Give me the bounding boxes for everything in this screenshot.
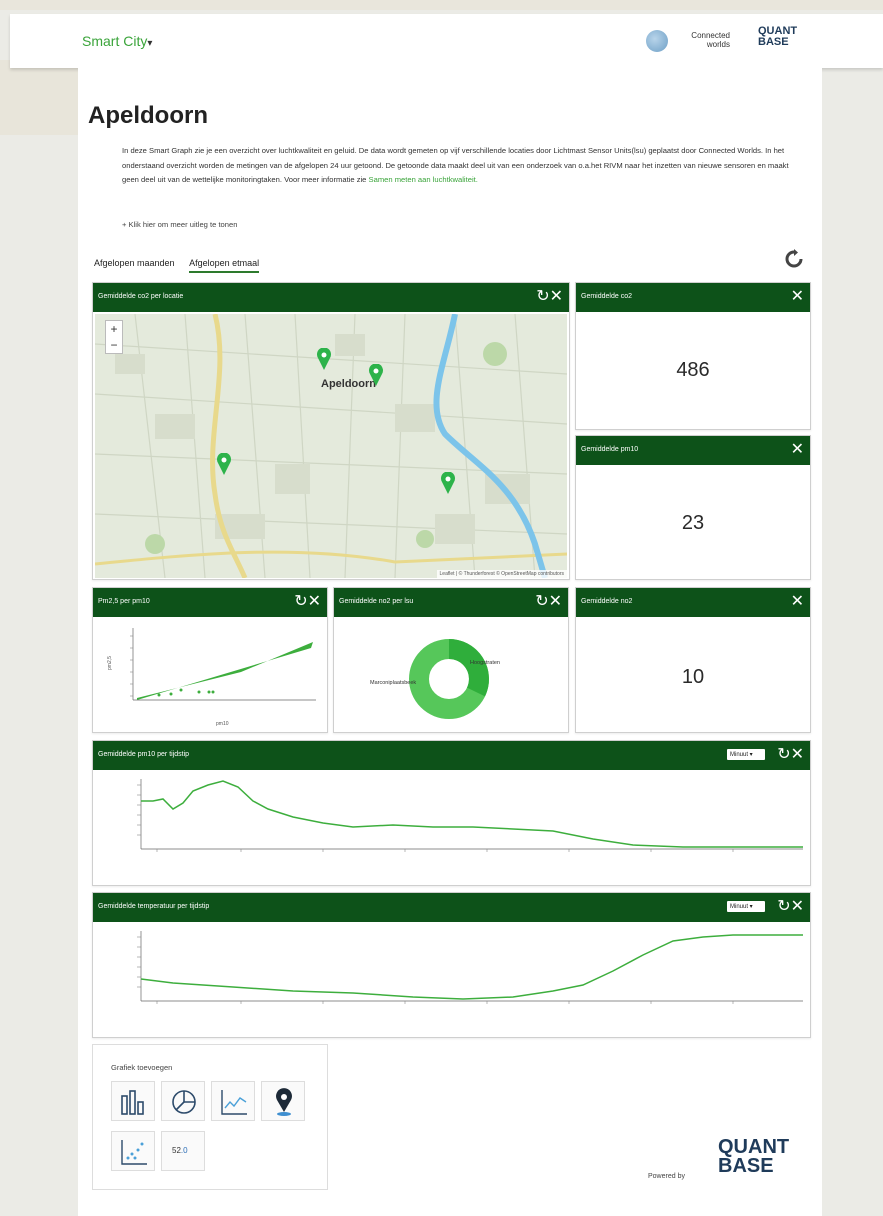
brand-dropdown[interactable]: Smart City▾ — [82, 33, 152, 49]
temperature-line-chart — [137, 931, 803, 1004]
widget-header: Gemiddelde pm10 ✕ — [576, 436, 810, 465]
quantbase-footer-logo: QUANT BASE — [718, 1137, 798, 1198]
page-title: Apeldoorn — [88, 102, 208, 129]
close-icon[interactable]: ✕ — [791, 442, 804, 458]
scatter-widget: Pm2,5 per pm10 ↻✕ pm2,5 pm10 — [92, 587, 328, 733]
intro-link[interactable]: Samen meten aan luchtkwaliteit. — [369, 175, 478, 184]
logo-text-line2: BASE — [758, 36, 789, 48]
pm10-widget: Gemiddelde pm10 ✕ 23 — [575, 435, 811, 580]
widget-actions[interactable]: ↻✕ — [777, 747, 804, 763]
tab-past-months[interactable]: Afgelopen maanden — [94, 258, 175, 271]
pie-chart-icon — [172, 1090, 196, 1114]
pm10-time-widget: Gemiddelde pm10 per tijdstip Minuut ▾ ↻✕ — [92, 740, 811, 886]
widget-header: Gemiddelde no2 per lsu ↻✕ — [334, 588, 568, 617]
add-scatter-chart-button[interactable] — [111, 1131, 155, 1171]
period-tabs: Afgelopen maanden Afgelopen etmaal — [94, 258, 271, 273]
add-map-button[interactable] — [261, 1081, 305, 1121]
pm10-value: 23 — [681, 512, 705, 534]
add-pie-chart-button[interactable] — [161, 1081, 205, 1121]
connected-worlds-logo: Connected worlds — [646, 28, 732, 52]
temperature-time-widget: Gemiddelde temperatuur per tijdstip Minu… — [92, 892, 811, 1038]
close-icon[interactable]: ✕ — [791, 289, 804, 305]
co2-value: 486 — [676, 359, 710, 381]
map-marker-icon[interactable] — [216, 453, 232, 475]
tab-past-day[interactable]: Afgelopen etmaal — [189, 258, 260, 273]
logo-text-line1: Connected — [691, 31, 730, 40]
add-bar-chart-button[interactable] — [111, 1081, 155, 1121]
co2-map-widget: Gemiddelde co2 per locatie ↻✕ + − Apeldo… — [92, 282, 570, 580]
zoom-control: + − — [105, 320, 123, 354]
x-axis-label: pm10 — [216, 721, 229, 727]
interval-select[interactable]: Minuut ▾ — [727, 901, 765, 912]
scatter-chart-icon — [121, 1140, 147, 1165]
widget-header: Gemiddelde no2 ✕ — [576, 588, 810, 617]
quantbase-logo: QUANT BASE — [758, 26, 798, 58]
donut-label-left: Marconiplaatsbeek — [370, 680, 417, 686]
close-icon[interactable]: ✕ — [791, 594, 804, 610]
donut-label-right: Hoogstraten — [470, 660, 500, 666]
map-pin-icon — [276, 1088, 292, 1116]
scatter-plot: pm2,5 pm10 — [107, 628, 316, 727]
globe-icon — [646, 30, 668, 52]
widget-actions[interactable]: ↻✕ — [535, 594, 562, 610]
add-chart-panel: Grafiek toevoegen 52.0 — [92, 1044, 328, 1190]
logo-text-line2: worlds — [706, 40, 730, 49]
brand-label: Smart City — [82, 33, 148, 49]
widget-header: Gemiddelde co2 per locatie ↻✕ — [93, 283, 569, 312]
number-icon: 52.0 — [172, 1146, 188, 1155]
y-axis-label: pm2,5 — [107, 656, 113, 670]
bar-chart-icon — [121, 1090, 144, 1115]
widget-actions[interactable]: ↻✕ — [294, 594, 321, 610]
line-chart-icon — [221, 1090, 247, 1115]
background-panel — [0, 60, 78, 135]
widget-header: Pm2,5 per pm10 ↻✕ — [93, 588, 327, 617]
widget-title: Gemiddelde temperatuur per tijdstip — [98, 903, 210, 910]
widget-title: Gemiddelde no2 per lsu — [339, 598, 414, 605]
map-view[interactable]: + − Apeldoorn Leaflet | © Thunderforest … — [95, 314, 567, 578]
no2-value: 10 — [681, 666, 705, 688]
donut-widget: Gemiddelde no2 per lsu ↻✕ Marconiplaatsb… — [333, 587, 569, 733]
top-navbar: Smart City▾ Connected worlds QUANT BASE — [10, 14, 883, 68]
widget-header: Gemiddelde co2 ✕ — [576, 283, 810, 312]
co2-widget: Gemiddelde co2 ✕ 486 — [575, 282, 811, 430]
intro-text: In deze Smart Graph zie je een overzicht… — [122, 144, 802, 188]
main-page: Apeldoorn In deze Smart Graph zie je een… — [78, 68, 822, 1216]
zoom-out-button[interactable]: − — [106, 337, 122, 353]
add-number-widget-button[interactable]: 52.0 — [161, 1131, 205, 1171]
background-strip — [0, 0, 883, 10]
widget-actions[interactable]: ↻✕ — [777, 899, 804, 915]
widget-title: Gemiddelde co2 — [581, 293, 632, 300]
more-info-toggle[interactable]: + Klik hier om meer uitleg te tonen — [122, 220, 237, 229]
logo-text-line2: BASE — [718, 1155, 774, 1177]
refresh-icon[interactable] — [784, 249, 804, 269]
powered-by-label: Powered by — [648, 1173, 685, 1180]
map-attribution[interactable]: Leaflet | © Thunderforest © OpenStreetMa… — [436, 570, 567, 578]
map-marker-icon[interactable] — [316, 348, 332, 370]
widget-title: Pm2,5 per pm10 — [98, 598, 150, 605]
interval-select[interactable]: Minuut ▾ — [727, 749, 765, 760]
widget-header: Gemiddelde pm10 per tijdstip Minuut ▾ ↻✕ — [93, 741, 810, 770]
widget-actions[interactable]: ↻✕ — [536, 289, 563, 305]
widget-title: Gemiddelde co2 per locatie — [98, 293, 184, 300]
donut-chart — [409, 639, 489, 719]
widget-title: Gemiddelde pm10 per tijdstip — [98, 751, 190, 758]
widget-header: Gemiddelde temperatuur per tijdstip Minu… — [93, 893, 810, 922]
map-marker-icon[interactable] — [440, 472, 456, 494]
no2-widget: Gemiddelde no2 ✕ 10 — [575, 587, 811, 733]
pm10-line-chart — [137, 779, 803, 852]
chevron-down-icon: ▾ — [147, 38, 153, 49]
zoom-in-button[interactable]: + — [106, 321, 122, 337]
add-line-chart-button[interactable] — [211, 1081, 255, 1121]
widget-title: Gemiddelde pm10 — [581, 446, 639, 453]
add-chart-title: Grafiek toevoegen — [111, 1063, 173, 1072]
widget-title: Gemiddelde no2 — [581, 598, 633, 605]
map-marker-icon[interactable] — [368, 364, 384, 386]
